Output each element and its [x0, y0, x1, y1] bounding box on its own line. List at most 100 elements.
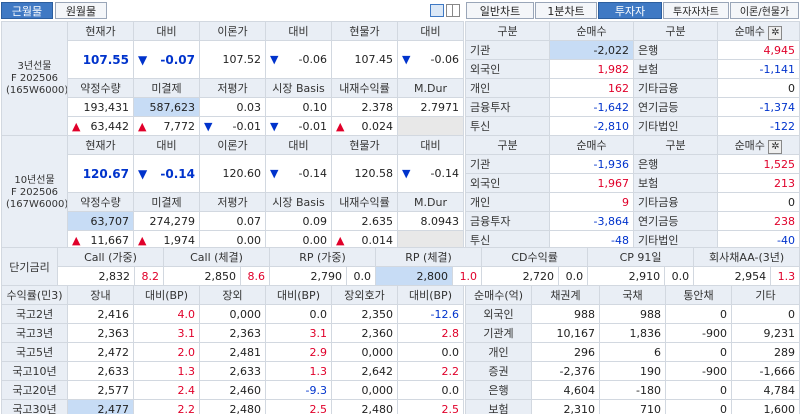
- basis: 0.09: [265, 211, 332, 231]
- investor-value: 0: [717, 78, 800, 98]
- investor-value: 4,945: [717, 40, 800, 60]
- header-category: 구분: [633, 21, 718, 41]
- layout-split-icon[interactable]: [446, 4, 460, 17]
- futures-table-10y: 10년선물 F 202506 (167W6000) 현재가 대비 이론가 대비 현물…: [1, 135, 464, 250]
- investor-label: 개인: [465, 78, 550, 98]
- bond-label: 국고20년: [1, 380, 68, 400]
- investor-label: 연기금등: [633, 97, 718, 117]
- investor-value: 1,967: [549, 173, 634, 193]
- header-call-executed: Call (체결): [163, 247, 271, 267]
- net-buy-value: -180: [599, 380, 666, 400]
- net-buy-label: 보험: [465, 399, 532, 414]
- bond-value: 2,363: [199, 323, 266, 343]
- investor-label: 은행: [633, 154, 718, 174]
- net-buy-value: -900: [665, 361, 732, 381]
- bond-change: 2.2: [133, 399, 200, 414]
- net-buy-value: 988: [599, 304, 666, 324]
- futures-label: 10년선물 F 202506 (167W6000): [1, 135, 68, 250]
- header-implied-yield: 내재수익률: [331, 192, 398, 212]
- tab-theory-spot[interactable]: 이론/현물가: [730, 2, 799, 19]
- net-buy-value: -1,666: [731, 361, 800, 381]
- tab-investor[interactable]: 투자자: [598, 2, 662, 19]
- price-change: ▼ -0.07: [133, 40, 200, 79]
- investor-label: 기타법인: [633, 116, 718, 136]
- current-price: 107.55: [67, 40, 134, 79]
- bond-change: 4.0: [133, 304, 200, 324]
- net-buy-value: 4,784: [731, 380, 800, 400]
- header-on-exchange: 장내: [67, 285, 134, 305]
- futures-table-3y: 3년선물 F 202506 (165W6000) 현재가 대비 이론가 대비 현물가…: [1, 21, 464, 136]
- investor-value: -1,374: [717, 97, 800, 117]
- net-buy-label: 외국인: [465, 304, 532, 324]
- tab-1min-chart[interactable]: 1분차트: [535, 2, 597, 19]
- bond-label: 국고5년: [1, 342, 68, 362]
- investor-label: 보험: [633, 59, 718, 79]
- investor-value: 9: [549, 192, 634, 212]
- header-net-buy: 순매수 ✲: [717, 135, 800, 155]
- net-buy-label: 은행: [465, 380, 532, 400]
- investor-value: -2,022: [549, 40, 634, 60]
- net-buy-value: 6: [599, 342, 666, 362]
- tab-investor-chart[interactable]: 투자자차트: [663, 2, 729, 19]
- bond-value: 0,000: [331, 380, 398, 400]
- investor-label: 기관: [465, 154, 550, 174]
- gear-icon[interactable]: ✲: [768, 139, 783, 154]
- header-change: 대비: [133, 21, 200, 41]
- net-buy-label: 기관계: [465, 323, 532, 343]
- header-corp-bond: 회사채AA-(3년): [693, 247, 800, 267]
- header-net-buy: 순매수: [549, 135, 634, 155]
- header-govt-bond: 국채: [599, 285, 666, 305]
- investor-table-10y: 구분 순매수 구분 순매수 ✲ 기관 -1,936 은행 1,525 외국인 1,967…: [465, 135, 800, 250]
- investor-label: 금융투자: [465, 211, 550, 231]
- bond-value: 2,460: [199, 380, 266, 400]
- up-arrow-icon: ▲: [336, 119, 345, 133]
- header-category: 구분: [465, 21, 550, 41]
- bond-label: 국고30년: [1, 399, 68, 414]
- investor-value: -3,864: [549, 211, 634, 231]
- net-buy-value: 988: [531, 304, 600, 324]
- header-otc-quote: 장외호가: [331, 285, 398, 305]
- header-basis: 시장 Basis: [265, 78, 332, 98]
- rate-value: 2,790: [269, 266, 348, 286]
- net-buy-value: 9,231: [731, 323, 800, 343]
- rate-value: 2,850: [163, 266, 242, 286]
- gear-icon[interactable]: ✲: [768, 25, 783, 40]
- tab-general-chart[interactable]: 일반차트: [466, 2, 534, 19]
- current-price: 120.67: [67, 154, 134, 193]
- rate-value: 2,954: [693, 266, 772, 286]
- header-other: 기타: [731, 285, 800, 305]
- rate-change: 8.2: [133, 266, 165, 286]
- bond-change: -12.6: [397, 304, 464, 324]
- tab-near-month[interactable]: 근월물: [1, 2, 53, 19]
- header-cp-91d: CP 91일: [587, 247, 695, 267]
- investor-label: 외국인: [465, 173, 550, 193]
- open-interest: 587,623: [133, 97, 200, 117]
- layout-grid-icon[interactable]: [430, 4, 444, 17]
- investor-value: -2,810: [549, 116, 634, 136]
- bond-value: 0,000: [199, 304, 266, 324]
- down-arrow-icon: ▼: [270, 167, 279, 180]
- header-rp-weighted: RP (가중): [269, 247, 377, 267]
- tab-far-month[interactable]: 원월물: [55, 2, 107, 19]
- bond-change: 0.0: [397, 380, 464, 400]
- bond-change: 1.3: [133, 361, 200, 381]
- undervalue: 0.03: [199, 97, 266, 117]
- up-arrow-icon: ▲: [138, 119, 147, 133]
- net-buy-value: 10,167: [531, 323, 600, 343]
- header-change: 대비: [133, 135, 200, 155]
- bond-change: 2.8: [397, 323, 464, 343]
- down-arrow-icon: ▼: [204, 119, 213, 133]
- bond-yield-table: 수익률(민3) 장내 대비(BP) 장외 대비(BP) 장외호가 대비(BP) …: [1, 285, 464, 414]
- bond-value: 2,633: [199, 361, 266, 381]
- investor-label: 기타금융: [633, 192, 718, 212]
- rate-value: 2,800: [375, 266, 454, 286]
- bond-value: 0,000: [331, 342, 398, 362]
- header-spot-price: 현물가: [331, 21, 398, 41]
- investor-label: 외국인: [465, 59, 550, 79]
- header-net-buy-unit: 순매수(억): [465, 285, 532, 305]
- header-undervalue: 저평가: [199, 192, 266, 212]
- spot-change: ▼ -0.14: [397, 154, 464, 193]
- net-buy-value: 296: [531, 342, 600, 362]
- investor-label: 투신: [465, 116, 550, 136]
- up-arrow-icon: ▲: [138, 233, 147, 247]
